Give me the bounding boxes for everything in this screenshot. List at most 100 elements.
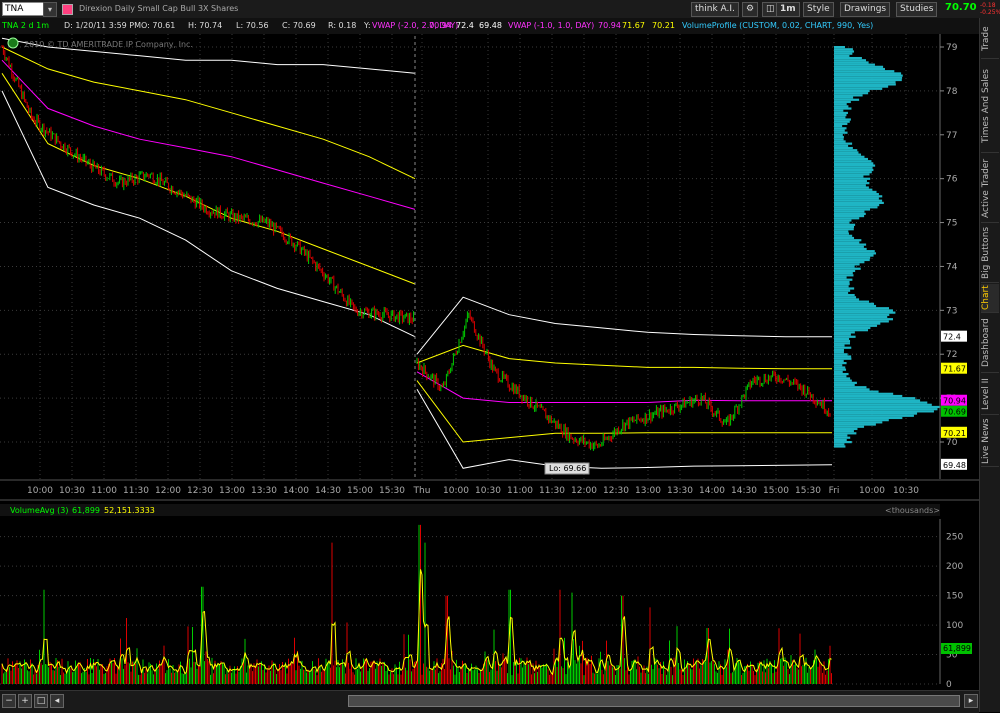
volume-profile-bar	[834, 223, 856, 226]
volume-profile-bar	[834, 201, 884, 205]
scroll-right-icon[interactable]: ▸	[964, 694, 978, 708]
volume-profile-bar	[834, 219, 852, 222]
price-tick-label: 74	[946, 262, 958, 272]
time-tick-label: 10:00	[27, 486, 53, 496]
tab-chart[interactable]: Chart	[981, 284, 999, 313]
bar-range: R: 0.18	[328, 21, 357, 30]
volume-profile-bar	[834, 204, 880, 207]
volume-profile-bar	[834, 138, 844, 141]
volume-profile-bar	[834, 405, 941, 409]
volume-tick-label: 200	[946, 562, 963, 572]
volume-profile-bar	[834, 206, 878, 209]
volume-profile-bar	[834, 54, 850, 57]
volume-profile-bar	[834, 375, 847, 378]
scroll-left-icon[interactable]: ◂	[50, 694, 64, 708]
volume-profile-bar	[834, 423, 876, 426]
volume-profile-bar	[834, 355, 852, 358]
volume-profile-bar	[834, 83, 896, 86]
price-tick-label: 76	[946, 175, 958, 185]
symbol-dropdown-icon[interactable]: ▾	[43, 2, 57, 17]
price-marker-label: 70.94	[943, 397, 966, 406]
tab-level-ii[interactable]: Level II	[981, 374, 999, 415]
volume-profile-bar	[834, 436, 851, 439]
studies-label: Studies	[900, 4, 934, 14]
think-ai-button[interactable]: think A.I.	[691, 2, 739, 17]
tab-times-and-sales[interactable]: Times And Sales	[981, 60, 999, 153]
volume-profile-bar	[834, 133, 843, 136]
volume-profile-bar	[834, 383, 855, 387]
volume-profile-bar	[834, 329, 869, 332]
volume-profile-bar	[834, 335, 856, 338]
volume-profile-bar	[834, 186, 869, 189]
horizontal-scrollbar[interactable]: − + □ ◂ ▸	[0, 690, 979, 713]
price-marker-label: 70.69	[943, 408, 966, 417]
price-tick-label: 70	[946, 438, 958, 448]
studies-button[interactable]: Studies	[896, 2, 938, 17]
volume-title: VolumeAvg (3)	[10, 506, 68, 515]
zoom-in-icon[interactable]: +	[18, 694, 32, 708]
volume-profile-bar	[834, 74, 903, 77]
volume-profile-bar	[834, 177, 871, 180]
volume-profile-bar	[834, 304, 877, 308]
volume-profile-bar	[834, 445, 846, 448]
time-tick-label: 14:00	[283, 486, 309, 496]
volume-profile-bar	[834, 401, 928, 404]
volume-profile-bar	[834, 280, 850, 284]
vwap2-lower: 70.21	[652, 21, 675, 30]
price-chart[interactable]: 2010 © TD AMERITRADE IP Company, Inc. 79…	[0, 34, 979, 690]
volume-profile-bar	[834, 359, 844, 363]
zoom-fit-icon[interactable]: □	[34, 694, 48, 708]
volume-profile-bar	[834, 386, 867, 389]
volume-profile-bar	[834, 212, 866, 215]
volume-profile-bar	[834, 131, 848, 134]
tab-active-trader[interactable]: Active Trader	[981, 154, 999, 223]
time-tick-label: 10:30	[59, 486, 85, 496]
volume-profile-bar	[834, 153, 862, 156]
volume-profile-bar	[834, 182, 870, 185]
volume-profile-bar	[834, 171, 872, 174]
time-tick-label: 12:00	[571, 486, 597, 496]
tab-dashboard[interactable]: Dashboard	[981, 314, 999, 373]
zoom-out-icon[interactable]: −	[2, 694, 16, 708]
volume-profile-bar	[834, 379, 852, 382]
volume-profile-bar	[834, 394, 903, 398]
volume-profile-bar	[834, 307, 890, 310]
timeframe-button[interactable]: 1m	[776, 2, 800, 17]
vwap2-upper: 71.67	[622, 21, 645, 30]
time-tick-label: 15:30	[379, 486, 405, 496]
volume-profile-bar	[834, 324, 878, 327]
volume-profile-bar	[834, 309, 893, 312]
tab-live-news[interactable]: Live News	[981, 416, 999, 467]
price-tick-label: 72	[946, 350, 957, 360]
drawings-label: Drawings	[844, 4, 887, 14]
scroll-thumb[interactable]	[348, 695, 960, 707]
volume-profile-bar	[834, 320, 889, 323]
volume-profile-bar	[834, 443, 845, 446]
volume-profile-bar	[834, 230, 849, 233]
time-tick-label: 10:30	[893, 486, 919, 496]
price-marker-label: 69.48	[943, 461, 966, 470]
symbol-input[interactable]: TNA	[2, 2, 44, 16]
volume-profile-bar	[834, 217, 860, 220]
tab-big-buttons[interactable]: Big Buttons	[981, 224, 999, 283]
tab-trade[interactable]: Trade	[981, 20, 999, 59]
gear-icon[interactable]: ⚙	[742, 2, 759, 17]
volume-profile-bar	[834, 103, 847, 106]
aggregation-label: TNA 2 d 1m	[2, 21, 50, 30]
low-label: Lo: 69.66	[549, 464, 586, 473]
volume-profile-bar	[834, 221, 850, 224]
volume-profile-bar	[834, 261, 865, 264]
time-tick-label: 10:30	[475, 486, 501, 496]
alert-icon[interactable]	[62, 4, 73, 15]
volume-profile-bar	[834, 408, 938, 411]
volume-profile-bar	[834, 85, 889, 88]
last-price: 70.70	[945, 2, 977, 13]
volume-profile-bar	[834, 337, 850, 341]
volume-profile-bar	[834, 245, 864, 248]
time-tick-label: 14:00	[699, 486, 725, 496]
style-button[interactable]: Style	[803, 2, 834, 17]
volume-profile-bar	[834, 366, 846, 369]
drawings-button[interactable]: Drawings	[840, 2, 891, 17]
volume-profile-bar	[834, 289, 851, 292]
volume-profile-bar	[834, 272, 853, 275]
